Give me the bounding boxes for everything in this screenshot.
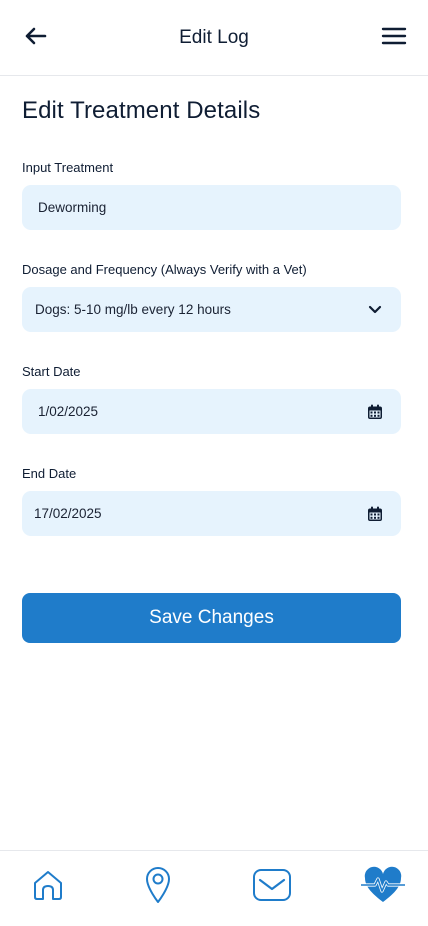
page-title: Edit Treatment Details bbox=[22, 97, 261, 124]
location-pin-icon bbox=[144, 866, 172, 909]
treatment-label: Input Treatment bbox=[22, 160, 114, 175]
start-date-value: 1/02/2025 bbox=[38, 404, 99, 419]
end-date-input[interactable]: 17/02/2025 bbox=[22, 491, 401, 536]
dosage-label: Dosage and Frequency (Always Verify with… bbox=[22, 262, 307, 277]
home-icon bbox=[31, 868, 65, 907]
tab-messages[interactable] bbox=[252, 867, 292, 907]
bottom-tab-bar bbox=[0, 850, 428, 926]
header-title: Edit Log bbox=[179, 27, 249, 48]
tab-location[interactable] bbox=[138, 866, 178, 909]
menu-button[interactable] bbox=[380, 24, 408, 52]
tab-health[interactable] bbox=[361, 866, 405, 909]
end-date-label: End Date bbox=[22, 466, 77, 481]
treatment-input[interactable]: Deworming bbox=[22, 185, 401, 230]
calendar-icon[interactable] bbox=[363, 400, 387, 424]
save-changes-button[interactable]: Save Changes bbox=[22, 593, 401, 643]
chevron-down-icon bbox=[363, 298, 387, 322]
treatment-value: Deworming bbox=[38, 200, 107, 215]
hamburger-menu-icon bbox=[381, 26, 407, 51]
app-header: Edit Log bbox=[0, 0, 428, 76]
dosage-value: Dogs: 5-10 mg/lb every 12 hours bbox=[35, 302, 231, 317]
heart-pulse-icon bbox=[361, 866, 405, 909]
dosage-select[interactable]: Dogs: 5-10 mg/lb every 12 hours bbox=[22, 287, 401, 332]
start-date-label: Start Date bbox=[22, 364, 81, 379]
calendar-icon[interactable] bbox=[363, 502, 387, 526]
edit-log-screen: Edit Log Edit Treatment Details Input Tr… bbox=[0, 0, 428, 926]
start-date-input[interactable]: 1/02/2025 bbox=[22, 389, 401, 434]
tab-home[interactable] bbox=[28, 867, 68, 907]
mail-icon bbox=[252, 868, 292, 907]
end-date-value: 17/02/2025 bbox=[34, 506, 102, 521]
